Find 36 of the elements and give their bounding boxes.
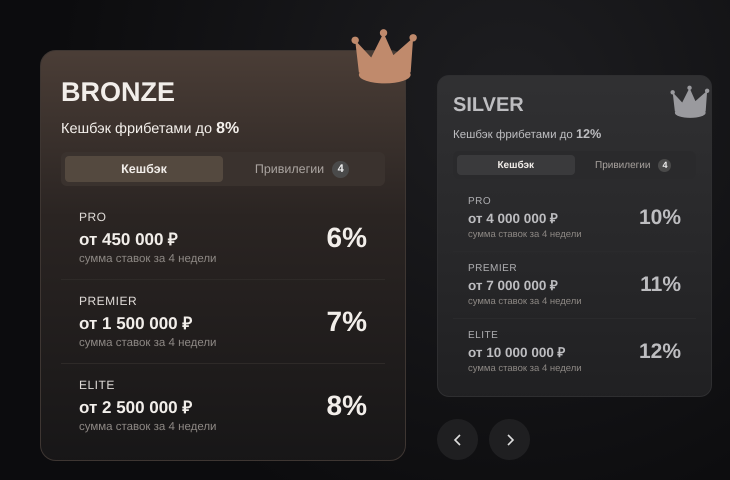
next-button[interactable] <box>489 419 530 460</box>
cashback-percent: 12% <box>638 340 681 364</box>
level-name: PREMIER <box>79 294 138 308</box>
tab[interactable]: Кешбэк <box>65 156 223 182</box>
cashback-percent: 8% <box>326 390 367 422</box>
previous-button[interactable] <box>437 419 478 460</box>
level-amount: от 2 500 000 ₽ <box>79 397 194 418</box>
level-note: сумма ставок за 4 недели <box>468 229 582 240</box>
level-amount: от 4 000 000 ₽ <box>468 210 560 227</box>
tab[interactable]: Кешбэк <box>457 155 574 175</box>
cashback-subtitle: Кешбэк фрибетами до 8% <box>61 120 240 138</box>
cashback-subtitle: Кешбэк фрибетами до 12% <box>453 127 602 141</box>
tier-title: SILVER <box>453 94 525 117</box>
level-name: PRO <box>79 210 108 224</box>
level-amount: от 450 000 ₽ <box>79 229 180 250</box>
level-note: сумма ставок за 4 недели <box>79 253 216 265</box>
level-note: сумма ставок за 4 недели <box>79 421 216 433</box>
level-note: сумма ставок за 4 недели <box>468 296 582 307</box>
level-amount: от 1 500 000 ₽ <box>79 313 194 334</box>
cashback-percent: 7% <box>326 306 367 338</box>
level-amount: от 7 000 000 ₽ <box>468 277 560 294</box>
level-note: сумма ставок за 4 недели <box>468 363 582 374</box>
tab[interactable]: Привилегии 4 <box>574 155 692 175</box>
cashback-percent: 11% <box>640 273 681 297</box>
count-badge: 4 <box>332 160 350 178</box>
cashback-percent: 10% <box>638 206 681 230</box>
level-note: сумма ставок за 4 недели <box>79 337 216 349</box>
level-amount: от 10 000 000 ₽ <box>468 344 567 361</box>
level-name: ELITE <box>79 378 116 392</box>
level-name: PRO <box>468 196 492 207</box>
tab[interactable]: Привилегии 4 <box>223 156 381 182</box>
level-name: ELITE <box>468 330 500 341</box>
count-badge: 4 <box>658 158 672 172</box>
cashback-percent: 6% <box>326 222 367 254</box>
level-name: PREMIER <box>468 263 518 274</box>
tier-title: BRONZE <box>61 77 176 108</box>
